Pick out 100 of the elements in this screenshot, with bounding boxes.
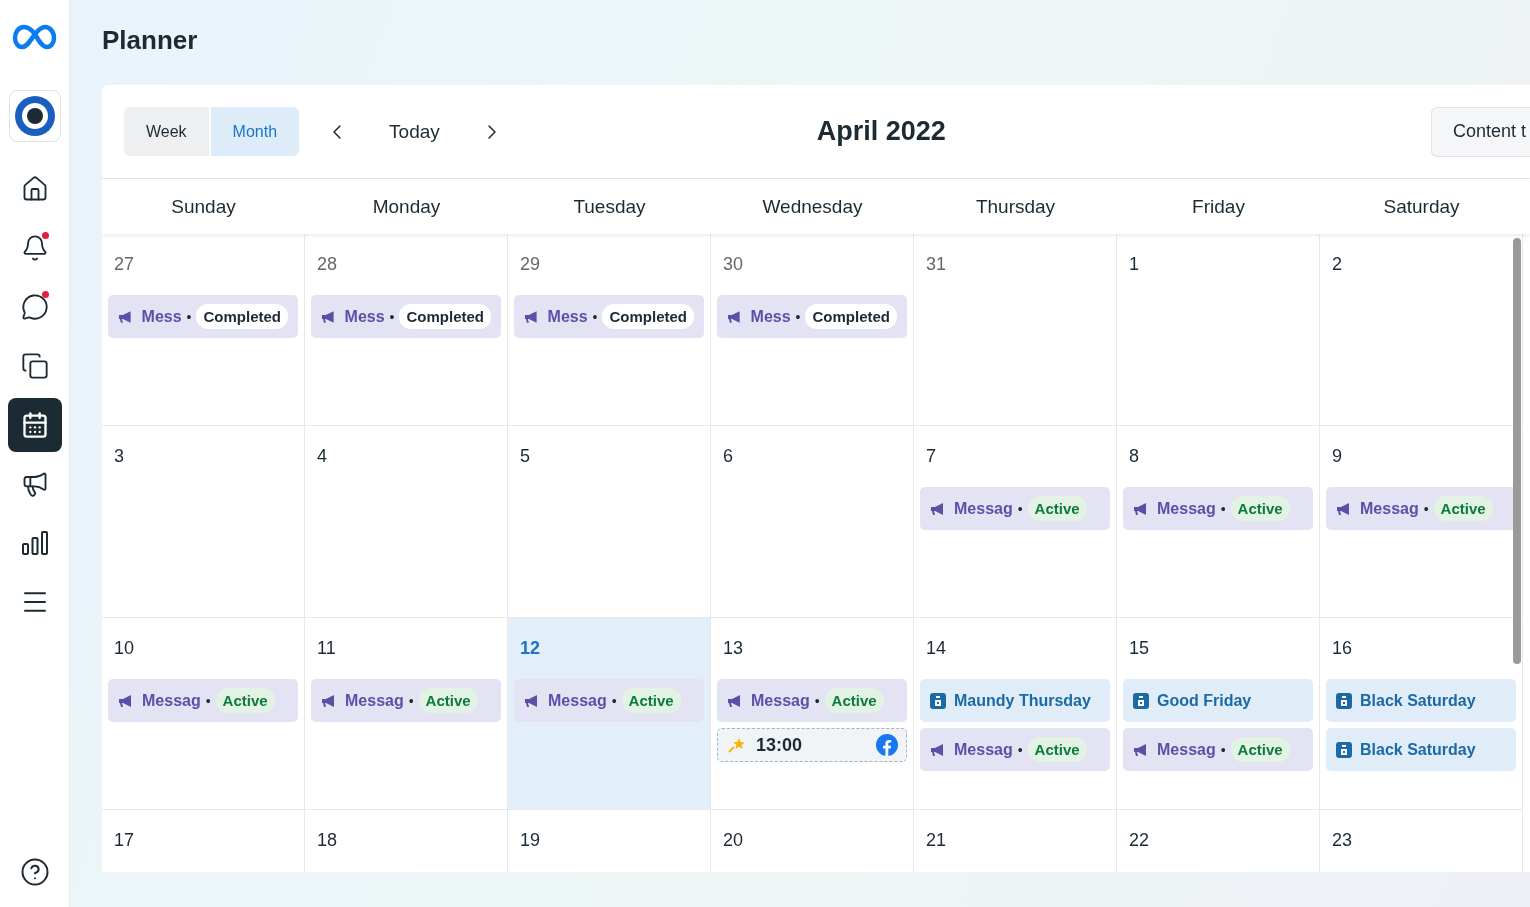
campaign-event[interactable]: Messag • Active xyxy=(1326,487,1516,530)
today-button[interactable]: Today xyxy=(375,120,454,143)
separator-dot: • xyxy=(1423,500,1429,517)
date-number: 8 xyxy=(1129,446,1139,467)
day-cell[interactable]: 31 xyxy=(914,234,1117,426)
status-tag: Active xyxy=(1230,496,1290,521)
profile-avatar[interactable] xyxy=(8,90,61,142)
day-cell[interactable]: 9 Messag • Active xyxy=(1320,426,1523,618)
date-number: 23 xyxy=(1332,830,1353,851)
scrollbar-thumb[interactable] xyxy=(1513,238,1521,664)
event-title: Black Saturday xyxy=(1360,740,1476,759)
day-cell[interactable]: 30 Mess • Completed xyxy=(711,234,914,426)
holiday-event[interactable]: Black Saturday xyxy=(1326,728,1516,771)
weekday-header: Tuesday xyxy=(572,194,647,219)
event-title: Messag xyxy=(548,691,607,710)
day-cell[interactable]: 14 Maundy Thursday Messag • Active xyxy=(914,618,1117,810)
day-cell[interactable]: 1 xyxy=(1117,234,1320,426)
day-cell[interactable]: 15 Good Friday Messag • Active xyxy=(1117,618,1320,810)
infinity-logo[interactable] xyxy=(11,24,58,50)
date-number: 6 xyxy=(723,446,733,467)
megaphone-icon xyxy=(321,310,337,323)
day-cell[interactable]: 2 xyxy=(1320,234,1523,426)
holiday-event[interactable]: Black Saturday xyxy=(1326,679,1516,722)
campaign-event[interactable]: Messag • Active xyxy=(1123,728,1313,771)
day-cell[interactable]: 27 Mess • Completed xyxy=(102,234,305,426)
day-cell[interactable]: 7 Messag • Active xyxy=(914,426,1117,618)
date-number: 18 xyxy=(317,830,338,851)
campaign-event[interactable]: Mess • Completed xyxy=(311,295,501,338)
campaign-event[interactable]: Messag • Active xyxy=(920,728,1110,771)
calendar-icon[interactable] xyxy=(7,398,62,452)
scheduled-post[interactable]: 13:00 xyxy=(717,728,907,762)
date-number: 21 xyxy=(926,830,947,851)
campaign-event[interactable]: Messag • Active xyxy=(514,679,704,722)
separator-dot: • xyxy=(592,308,598,325)
day-cell[interactable]: 12 Messag • Active xyxy=(508,618,711,810)
event-title: Messag xyxy=(954,740,1013,759)
megaphone-icon xyxy=(321,694,337,707)
status-tag: Active xyxy=(418,688,478,713)
date-number: 4 xyxy=(317,446,327,467)
campaign-event[interactable]: Messag • Active xyxy=(920,487,1110,530)
content-button[interactable]: Content t xyxy=(1431,106,1530,157)
campaign-event[interactable]: Mess • Completed xyxy=(514,295,704,338)
view-tab[interactable]: Week xyxy=(124,107,209,156)
megaphone-icon xyxy=(524,694,540,707)
day-cell[interactable]: 6 xyxy=(711,426,914,618)
date-number: 3 xyxy=(114,446,124,467)
event-title: Black Saturday xyxy=(1360,691,1476,710)
status-tag: Completed xyxy=(399,304,491,329)
holiday-event[interactable]: Good Friday xyxy=(1123,679,1313,722)
date-number: 5 xyxy=(520,446,530,467)
calendar-badge-icon xyxy=(930,692,946,709)
facebook-icon xyxy=(876,734,898,756)
day-cell[interactable]: 13 Messag • Active 13:00 xyxy=(711,618,914,810)
date-number: 30 xyxy=(723,254,744,275)
day-cell[interactable]: 3 xyxy=(102,426,305,618)
day-cell[interactable]: 16 Black Saturday Black Saturday xyxy=(1320,618,1523,810)
date-number: 11 xyxy=(317,638,336,659)
day-cell[interactable]: 8 Messag • Active xyxy=(1117,426,1320,618)
status-tag: Completed xyxy=(196,304,288,329)
holiday-event[interactable]: Maundy Thursday xyxy=(920,679,1110,722)
calendar-badge-icon xyxy=(1133,692,1149,709)
day-cell[interactable]: 28 Mess • Completed xyxy=(305,234,508,426)
campaign-event[interactable]: Messag • Active xyxy=(717,679,907,722)
status-tag: Active xyxy=(621,688,681,713)
event-title: Mess xyxy=(547,307,588,326)
day-cell[interactable]: 5 xyxy=(508,426,711,618)
date-number: 29 xyxy=(520,254,541,275)
status-tag: Active xyxy=(1230,737,1290,762)
megaphone-icon xyxy=(1133,743,1149,756)
day-cell[interactable]: 10 Messag • Active xyxy=(102,618,305,810)
view-tab[interactable]: Month xyxy=(210,107,300,156)
calendar-badge-icon xyxy=(1336,741,1352,758)
campaign-event[interactable]: Messag • Active xyxy=(108,679,298,722)
event-title: Mess xyxy=(141,307,182,326)
megaphone-icon xyxy=(727,694,743,707)
separator-dot: • xyxy=(795,308,801,325)
help-icon[interactable] xyxy=(19,857,50,887)
campaign-event[interactable]: Messag • Active xyxy=(1123,487,1313,530)
status-tag: Active xyxy=(1433,496,1493,521)
day-cell[interactable]: 29 Mess • Completed xyxy=(508,234,711,426)
event-title: Good Friday xyxy=(1157,691,1252,710)
date-number: 7 xyxy=(926,446,936,467)
sparkle-star-icon xyxy=(728,737,746,753)
weekday-header: Wednesday xyxy=(761,194,864,219)
campaign-event[interactable]: Mess • Completed xyxy=(717,295,907,338)
day-cell[interactable]: 4 xyxy=(305,426,508,618)
date-number: 2 xyxy=(1332,254,1342,275)
campaign-event[interactable]: Mess • Completed xyxy=(108,295,298,338)
separator-dot: • xyxy=(611,692,617,709)
day-cell[interactable]: 11 Messag • Active xyxy=(305,618,508,810)
weekday-header: Sunday xyxy=(170,194,237,219)
event-title: Messag xyxy=(142,691,201,710)
page-title: Planner xyxy=(102,24,199,57)
calendar-badge-icon xyxy=(1336,692,1352,709)
weekday-header: Monday xyxy=(371,194,442,219)
separator-dot: • xyxy=(1220,500,1226,517)
weekday-header: Saturday xyxy=(1382,194,1461,219)
campaign-event[interactable]: Messag • Active xyxy=(311,679,501,722)
status-tag: Active xyxy=(824,688,884,713)
status-tag: Completed xyxy=(602,304,694,329)
